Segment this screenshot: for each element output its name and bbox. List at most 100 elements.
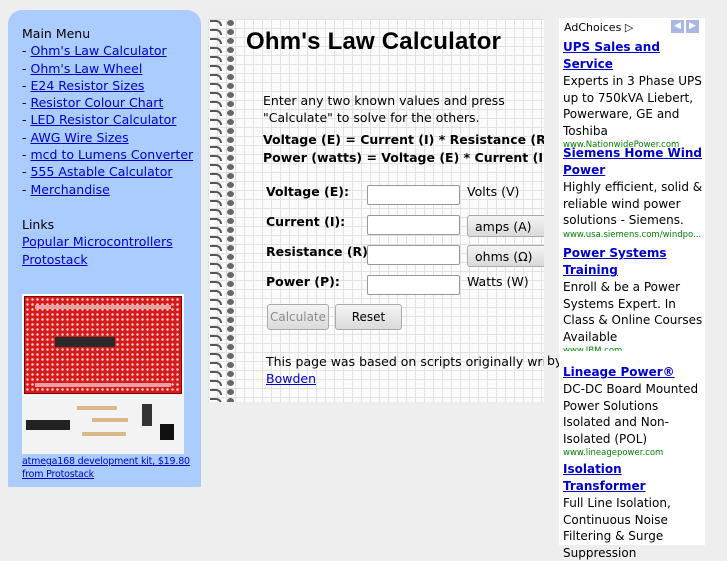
current-label: Current (I): xyxy=(266,214,346,229)
ads-prev-icon[interactable]: ◀ xyxy=(671,20,684,33)
ad-title-link[interactable]: Isolation Transformer xyxy=(563,461,703,495)
voltage-label: Voltage (E): xyxy=(266,184,350,199)
menu-link-mcd-to-lumens[interactable]: mcd to Lumens Converter xyxy=(30,147,193,162)
spiral-ring xyxy=(210,119,240,125)
ad-url[interactable]: www.usa.siemens.com/windpo... xyxy=(563,229,703,241)
current-unit-select[interactable]: amps (A) xyxy=(467,215,544,237)
ad-item: Power Systems Training Enroll & be a Pow… xyxy=(563,245,703,351)
ad-url[interactable]: www.lineagepower.com xyxy=(563,447,703,459)
credits-author-link[interactable]: Bowden xyxy=(266,371,316,386)
spiral-ring xyxy=(210,398,240,402)
formula-ohms-law: Voltage (E) = Current (I) * Resistance (… xyxy=(263,132,544,147)
spiral-ring xyxy=(210,92,240,98)
ad-url[interactable]: www.IBM.com xyxy=(563,345,703,351)
power-unit: Watts (W) xyxy=(467,274,529,289)
adchoices-label[interactable]: AdChoices ▷ xyxy=(564,21,633,34)
ad-column: AdChoices ▷ ◀ ▶ UPS Sales and Service Ex… xyxy=(559,18,705,560)
spiral-ring xyxy=(210,209,240,215)
page-title: Ohm's Law Calculator xyxy=(246,28,502,55)
spiral-ring xyxy=(210,236,240,242)
spiral-ring xyxy=(210,326,240,332)
menu-link-resistor-colour-chart[interactable]: Resistor Colour Chart xyxy=(30,95,163,110)
spiral-ring xyxy=(210,335,240,341)
voltage-unit: Volts (V) xyxy=(467,184,520,199)
spiral-ring xyxy=(210,254,240,260)
adchoices-icon: ▷ xyxy=(624,21,634,34)
ad-body: Enroll & be a Power Systems Expert. In C… xyxy=(563,280,703,344)
pcb-board-graphic xyxy=(24,296,182,394)
spiral-ring xyxy=(210,317,240,323)
spiral-ring xyxy=(210,299,240,305)
promo-block: atmega168 development kit, $19.80 from P… xyxy=(22,294,190,481)
ad-body: Experts in 3 Phase UPS up to 750kVA Lieb… xyxy=(563,74,702,138)
spiral-ring xyxy=(210,353,240,359)
spiral-ring xyxy=(210,191,240,197)
ad-body: Highly efficient, solid & reliable wind … xyxy=(563,180,703,227)
ads-next-icon[interactable]: ▶ xyxy=(686,20,699,33)
calculator-notebook: Ohm's Law Calculator Enter any two known… xyxy=(208,10,544,402)
spiral-ring xyxy=(210,245,240,251)
spiral-ring xyxy=(210,29,240,35)
spiral-ring xyxy=(210,380,240,386)
main-menu-heading: Main Menu xyxy=(22,26,91,41)
calculate-button[interactable]: Calculate xyxy=(267,304,329,330)
ad-item: UPS Sales and Service Experts in 3 Phase… xyxy=(563,39,703,151)
voltage-input[interactable] xyxy=(367,185,460,205)
spiral-ring xyxy=(210,272,240,278)
spiral-ring xyxy=(210,200,240,206)
spiral-ring xyxy=(210,227,240,233)
spiral-ring xyxy=(210,164,240,170)
spiral-ring xyxy=(210,128,240,134)
resistance-label: Resistance (R): xyxy=(266,244,373,259)
spiral-binding xyxy=(208,20,254,402)
ad-item: Isolation Transformer Full Line Isolatio… xyxy=(563,461,703,561)
intro-text: Enter any two known values and press "Ca… xyxy=(263,93,505,125)
formula-power: Power (watts) = Voltage (E) * Current (I… xyxy=(263,150,544,165)
link-popular-microcontrollers[interactable]: Popular Microcontrollers xyxy=(22,234,173,249)
ad-title-link[interactable]: UPS Sales and Service xyxy=(563,39,703,73)
power-input[interactable] xyxy=(367,275,460,295)
credits-text: This page was based on scripts originall… xyxy=(266,353,544,387)
spiral-ring xyxy=(210,182,240,188)
power-label: Power (P): xyxy=(266,274,340,289)
resistance-unit-select[interactable]: ohms (Ω) xyxy=(467,245,544,267)
menu-link-e24-resistor-sizes[interactable]: E24 Resistor Sizes xyxy=(30,78,144,93)
menu-link-merchandise[interactable]: Merchandise xyxy=(30,182,109,197)
spiral-ring xyxy=(210,389,240,395)
ad-title-link[interactable]: Siemens Home Wind Power xyxy=(563,145,703,179)
menu-link-awg-wire-sizes[interactable]: AWG Wire Sizes xyxy=(30,130,128,145)
promo-caption-link[interactable]: atmega168 development kit, $19.80 from P… xyxy=(22,455,212,481)
spiral-ring xyxy=(210,20,240,26)
spiral-ring xyxy=(210,263,240,269)
spiral-ring xyxy=(210,38,240,44)
dev-kit-product-image[interactable] xyxy=(22,294,184,454)
spiral-ring xyxy=(210,146,240,152)
spiral-ring xyxy=(210,137,240,143)
ad-title-link[interactable]: Lineage Power® xyxy=(563,364,703,381)
spiral-ring xyxy=(210,74,240,80)
reset-button[interactable]: Reset xyxy=(335,304,402,330)
spiral-ring xyxy=(210,281,240,287)
ad-title-link[interactable]: Power Systems Training xyxy=(563,245,703,279)
spiral-ring xyxy=(210,101,240,107)
spiral-ring xyxy=(210,308,240,314)
spiral-ring xyxy=(210,83,240,89)
current-input[interactable] xyxy=(367,215,460,235)
menu-link-555-astable[interactable]: 555 Astable Calculator xyxy=(30,164,172,179)
resistance-input[interactable] xyxy=(367,245,460,265)
menu-link-led-resistor-calculator[interactable]: LED Resistor Calculator xyxy=(30,112,176,127)
spiral-ring xyxy=(210,173,240,179)
spiral-ring xyxy=(210,110,240,116)
spiral-ring xyxy=(210,218,240,224)
menu-link-ohms-law-calculator[interactable]: Ohm's Law Calculator xyxy=(30,43,166,58)
left-sidebar: Main Menu - Ohm's Law Calculator - Ohm's… xyxy=(8,10,201,487)
components-graphic xyxy=(22,394,184,454)
spiral-ring xyxy=(210,371,240,377)
link-protostack[interactable]: Protostack xyxy=(22,252,88,267)
ad-item: Lineage Power® DC-DC Board Mounted Power… xyxy=(563,364,703,459)
spiral-ring xyxy=(210,344,240,350)
spiral-ring xyxy=(210,65,240,71)
adchoices-text: AdChoices xyxy=(564,21,622,34)
ad-body: Full Line Isolation, Continuous Noise Fi… xyxy=(563,496,671,560)
menu-link-ohms-law-wheel[interactable]: Ohm's Law Wheel xyxy=(30,61,142,76)
